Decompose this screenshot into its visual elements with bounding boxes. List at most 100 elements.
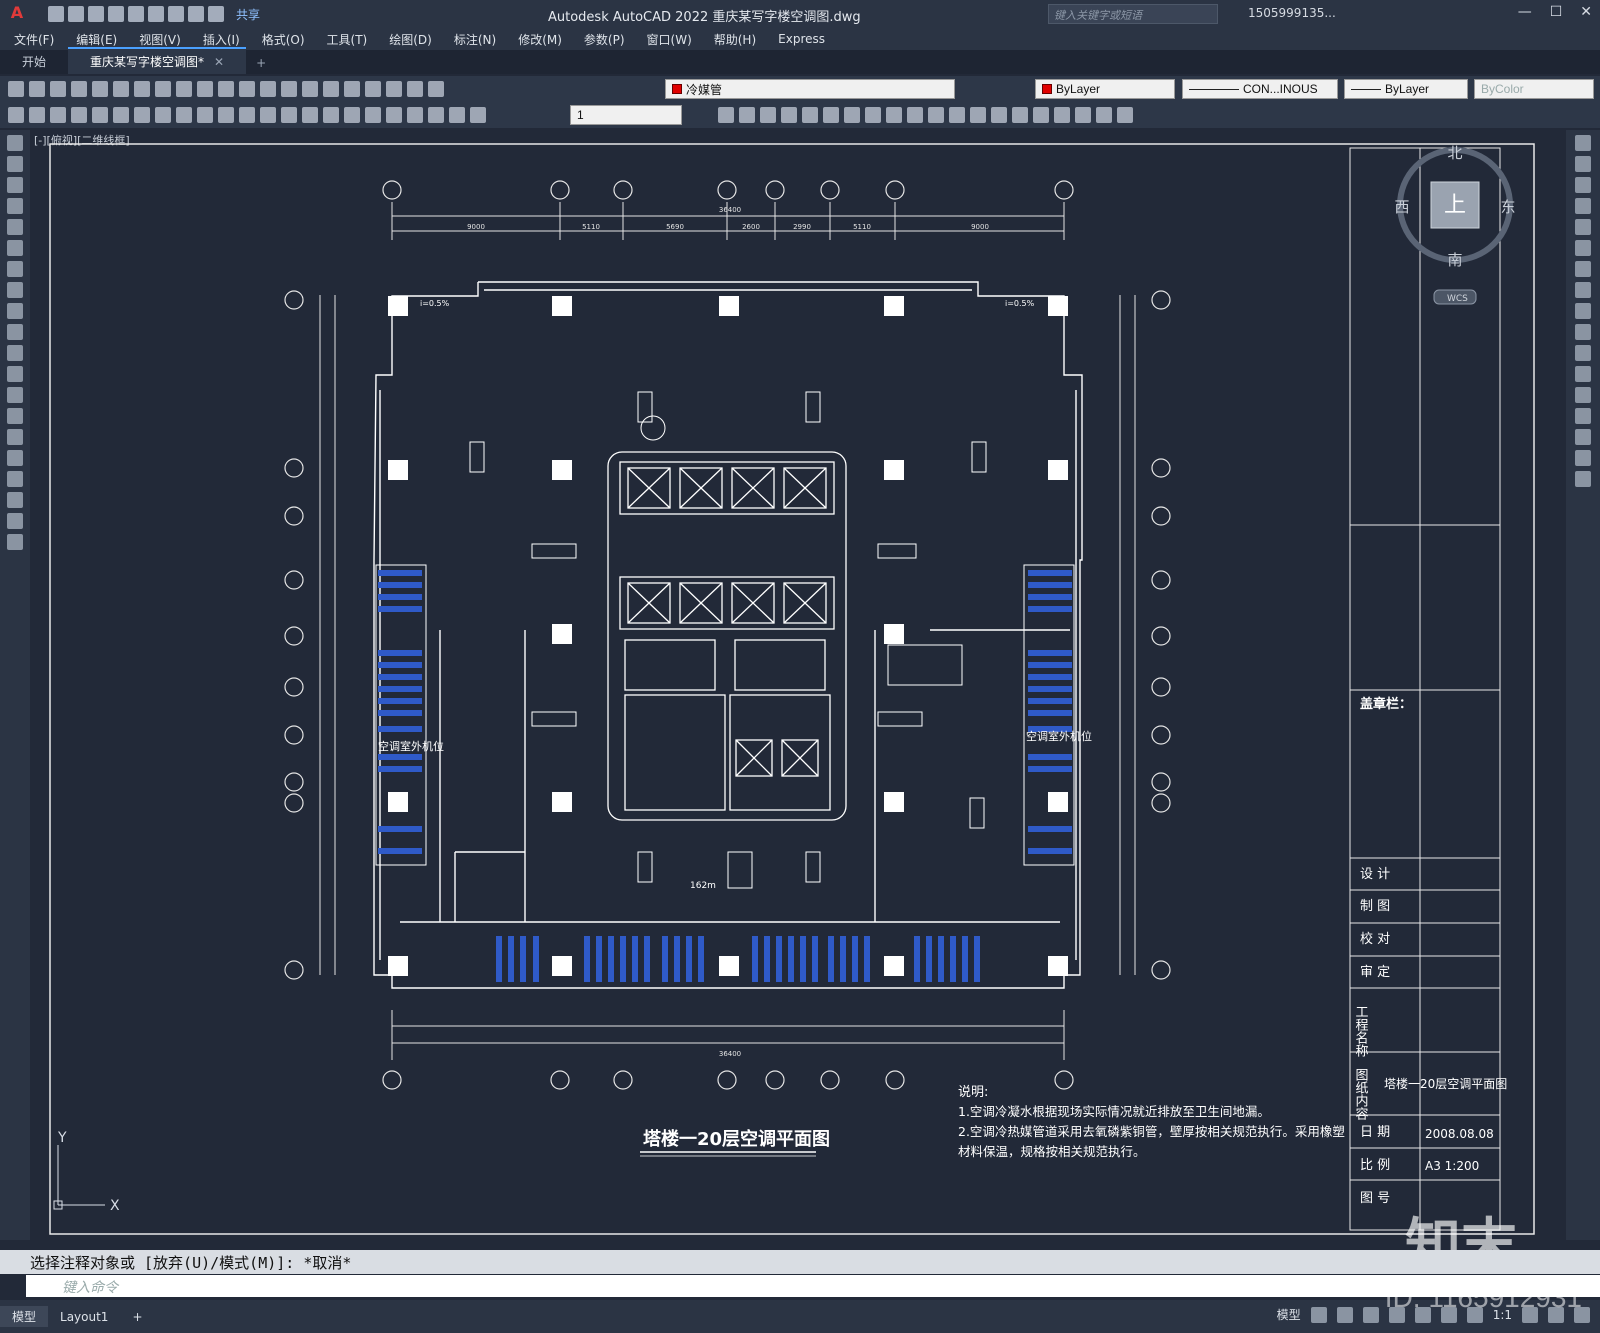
redo-icon[interactable]: [208, 6, 224, 22]
viewcube-north[interactable]: 北: [1447, 144, 1462, 162]
ortho-icon[interactable]: [1362, 1306, 1379, 1323]
tool-icon[interactable]: [8, 107, 24, 123]
tool-icon[interactable]: [781, 107, 797, 123]
center-mark-icon[interactable]: [365, 107, 381, 123]
layer-dropdown[interactable]: 冷媒管: [665, 79, 955, 99]
tool-icon[interactable]: [1033, 107, 1049, 123]
baseline-dim-icon[interactable]: [260, 107, 276, 123]
color-dropdown[interactable]: ByLayer: [1035, 79, 1175, 99]
tool-icon[interactable]: [949, 107, 965, 123]
tool-icon[interactable]: [865, 107, 881, 123]
break-icon[interactable]: [1575, 366, 1591, 382]
model-space-toggle[interactable]: 模型: [1277, 1306, 1301, 1323]
stretch-icon[interactable]: [1575, 303, 1591, 319]
plot-icon[interactable]: [168, 6, 184, 22]
tool-icon[interactable]: [970, 107, 986, 123]
undo-icon[interactable]: [218, 81, 234, 97]
maximize-button[interactable]: ☐: [1550, 4, 1563, 20]
ordinate-dim-icon[interactable]: [134, 107, 150, 123]
tool-icon[interactable]: [1012, 107, 1028, 123]
diameter-dim-icon[interactable]: [197, 107, 213, 123]
publish-icon[interactable]: [113, 81, 129, 97]
menu-insert[interactable]: 插入(I): [203, 31, 240, 48]
close-icon[interactable]: ✕: [214, 55, 224, 69]
tool-icon[interactable]: [29, 107, 45, 123]
quick-dim-icon[interactable]: [239, 107, 255, 123]
chamfer-icon[interactable]: [1575, 408, 1591, 424]
add-layout-button[interactable]: +: [120, 1308, 154, 1326]
ellipse-arc-icon[interactable]: [7, 345, 23, 361]
tool-icon[interactable]: [823, 107, 839, 123]
arc-dim-icon[interactable]: [113, 107, 129, 123]
scale-icon[interactable]: [1575, 282, 1591, 298]
dim-edit-icon[interactable]: [428, 107, 444, 123]
cut-icon[interactable]: [134, 81, 150, 97]
point-icon[interactable]: [7, 408, 23, 424]
viewcube-top[interactable]: 上: [1444, 193, 1466, 218]
viewcube-south[interactable]: 南: [1447, 251, 1462, 269]
blend-icon[interactable]: [1575, 450, 1591, 466]
trim-icon[interactable]: [1575, 324, 1591, 340]
jogged-linear-icon[interactable]: [407, 107, 423, 123]
radius-dim-icon[interactable]: [155, 107, 171, 123]
tab-model[interactable]: 模型: [0, 1306, 49, 1327]
paste-icon[interactable]: [176, 81, 192, 97]
insert-block-icon[interactable]: [7, 366, 23, 382]
spline-icon[interactable]: [7, 303, 23, 319]
new-icon[interactable]: [48, 6, 64, 22]
table-icon[interactable]: [7, 492, 23, 508]
lineweight-dropdown[interactable]: ByLayer: [1344, 79, 1468, 99]
aligned-dim-icon[interactable]: [92, 107, 108, 123]
zoom-window-icon[interactable]: [302, 81, 318, 97]
arc-icon[interactable]: [7, 240, 23, 256]
tool-icon[interactable]: [886, 107, 902, 123]
linetype-dropdown[interactable]: CON...INOUS: [1182, 79, 1338, 99]
inspect-icon[interactable]: [386, 107, 402, 123]
tool-icon[interactable]: [802, 107, 818, 123]
mirror-icon[interactable]: [1575, 177, 1591, 193]
tool-palette-icon[interactable]: [365, 81, 381, 97]
menu-file[interactable]: 文件(F): [14, 31, 54, 48]
undo-icon[interactable]: [188, 6, 204, 22]
viewcube-west[interactable]: 西: [1394, 198, 1409, 216]
join-icon[interactable]: [1575, 387, 1591, 403]
copy-icon[interactable]: [155, 81, 171, 97]
command-input[interactable]: 键入命令: [26, 1275, 1600, 1297]
copy-icon[interactable]: [1575, 156, 1591, 172]
dim-update-icon[interactable]: [470, 107, 486, 123]
add-selected-icon[interactable]: [7, 534, 23, 550]
tolerance-icon[interactable]: [344, 107, 360, 123]
move-icon[interactable]: [1575, 240, 1591, 256]
search-input[interactable]: 键入关键字或短语: [1048, 4, 1218, 24]
menu-modify[interactable]: 修改(M): [518, 31, 562, 48]
tool-icon[interactable]: [1096, 107, 1112, 123]
menu-dimension[interactable]: 标注(N): [454, 31, 496, 48]
region-icon[interactable]: [7, 471, 23, 487]
drawing-canvas[interactable]: 盖章栏： 设 计 制 图 校 对 审 定 工程名称 图纸内容 塔楼一20层空调平…: [30, 130, 1566, 1240]
tool-icon[interactable]: [991, 107, 1007, 123]
tool-icon[interactable]: [1054, 107, 1070, 123]
menu-edit[interactable]: 编辑(E): [76, 31, 117, 48]
make-block-icon[interactable]: [7, 387, 23, 403]
menu-window[interactable]: 窗口(W): [647, 31, 692, 48]
tool-icon[interactable]: [1117, 107, 1133, 123]
linear-dim-icon[interactable]: [71, 107, 87, 123]
rectangle-icon[interactable]: [7, 219, 23, 235]
ellipse-icon[interactable]: [7, 324, 23, 340]
web-open-icon[interactable]: [128, 6, 144, 22]
tab-layout1[interactable]: Layout1: [48, 1308, 120, 1326]
polygon-icon[interactable]: [7, 198, 23, 214]
save-icon[interactable]: [88, 6, 104, 22]
redo-icon[interactable]: [239, 81, 255, 97]
line-icon[interactable]: [7, 135, 23, 151]
save-as-icon[interactable]: [108, 6, 124, 22]
erase-icon[interactable]: [1575, 135, 1591, 151]
menu-express[interactable]: Express: [778, 32, 825, 46]
space-dim-icon[interactable]: [302, 107, 318, 123]
fillet-icon[interactable]: [1575, 429, 1591, 445]
user-account[interactable]: 1505999135...: [1248, 6, 1336, 20]
break-dim-icon[interactable]: [323, 107, 339, 123]
tool-icon[interactable]: [844, 107, 860, 123]
viewcube-east[interactable]: 东: [1500, 198, 1515, 216]
close-button[interactable]: ✕: [1580, 4, 1592, 20]
